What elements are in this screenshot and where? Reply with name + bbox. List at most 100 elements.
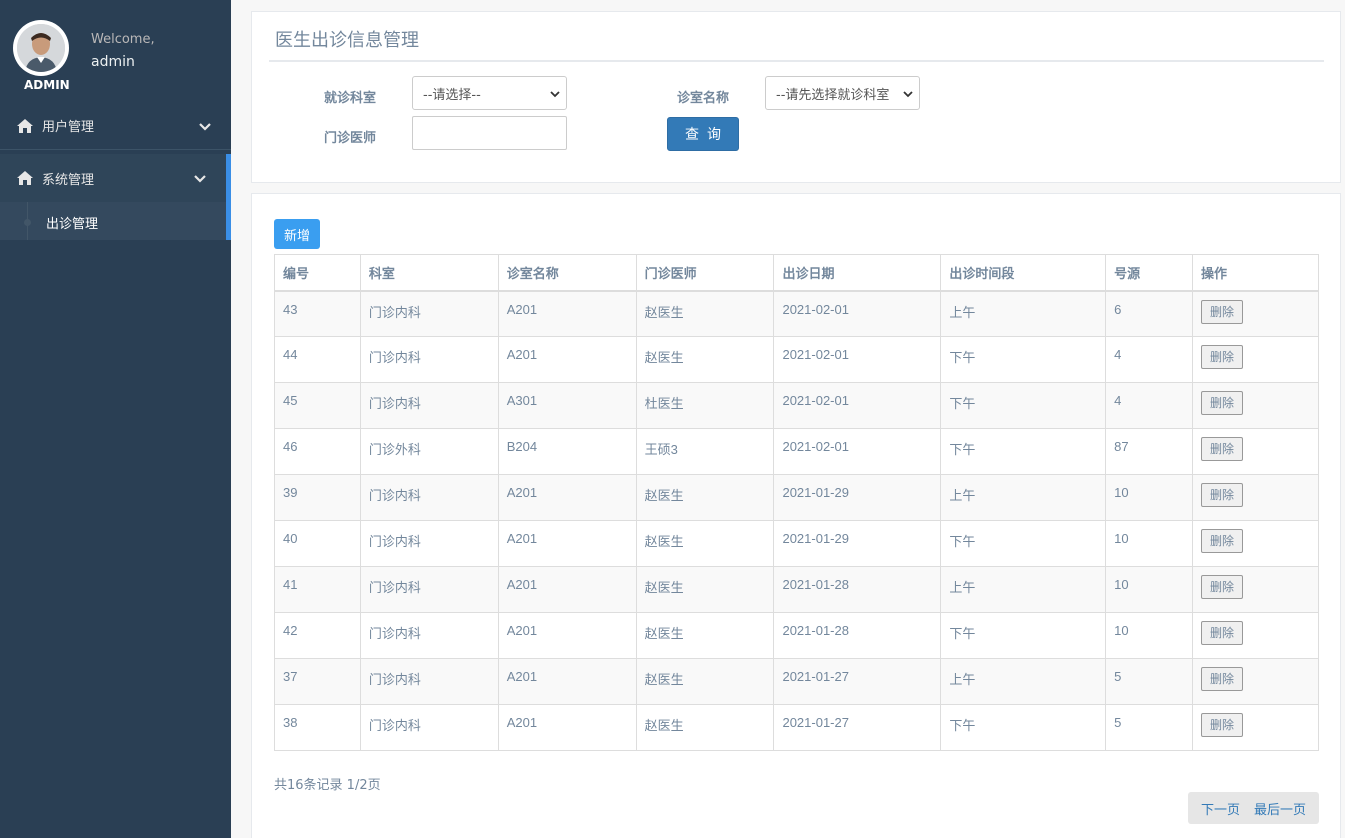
- cell-dept: 门诊内科: [359, 520, 499, 567]
- pagination: 下一页 最后一页: [1188, 792, 1319, 824]
- cell-doctor: 赵医生: [635, 658, 775, 705]
- cell-slots: 4: [1105, 382, 1194, 429]
- chevron-down-icon: [903, 87, 913, 102]
- profile: Welcome, admin ADMIN: [0, 0, 231, 100]
- column-header: 号源: [1105, 254, 1194, 292]
- cell-dept: 门诊内科: [359, 658, 499, 705]
- cell-date: 2021-02-01: [773, 382, 942, 429]
- room-select-value: --请先选择就诊科室: [776, 87, 890, 103]
- query-button[interactable]: 查询: [667, 117, 739, 151]
- cell-period: 下午: [940, 382, 1107, 429]
- cell-date: 2021-02-01: [773, 290, 942, 337]
- cell-date: 2021-02-01: [773, 428, 942, 475]
- list-panel: 新增 编号 科室 诊室名称 门诊医师 出诊日期 出诊时间段 号源 操作 43 门诊…: [251, 193, 1341, 838]
- cell-id: 42: [274, 612, 361, 659]
- column-header: 编号: [274, 254, 361, 292]
- cell-doctor: 赵医生: [635, 336, 775, 383]
- avatar: [13, 20, 69, 76]
- room-select[interactable]: --请先选择就诊科室: [765, 76, 920, 110]
- cell-doctor: 赵医生: [635, 704, 775, 751]
- cell-period: 上午: [940, 290, 1107, 337]
- delete-button[interactable]: 删除: [1201, 529, 1244, 553]
- sidebar-item-users[interactable]: 用户管理: [0, 102, 231, 150]
- table-row: 46 门诊外科 B204 王硕3 2021-02-01 下午 87 删除: [274, 428, 1319, 475]
- home-icon: [16, 118, 34, 134]
- table-row: 39 门诊内科 A201 赵医生 2021-01-29 上午 10 删除: [274, 474, 1319, 521]
- cell-slots: 6: [1105, 290, 1194, 337]
- cell-date: 2021-01-27: [773, 658, 942, 705]
- delete-button[interactable]: 删除: [1201, 345, 1244, 369]
- next-page-link[interactable]: 下一页: [1201, 799, 1240, 818]
- cell-period: 下午: [940, 336, 1107, 383]
- table-row: 43 门诊内科 A201 赵医生 2021-02-01 上午 6 删除: [274, 290, 1319, 337]
- cell-action: 删除: [1192, 520, 1319, 567]
- table-row: 44 门诊内科 A201 赵医生 2021-02-01 下午 4 删除: [274, 336, 1319, 383]
- cell-action: 删除: [1192, 658, 1319, 705]
- doctor-input[interactable]: [412, 116, 567, 150]
- cell-doctor: 赵医生: [635, 520, 775, 567]
- cell-action: 删除: [1192, 336, 1319, 383]
- cell-dept: 门诊内科: [359, 382, 499, 429]
- sidebar-subitem-visits[interactable]: 出诊管理: [0, 202, 231, 240]
- delete-button[interactable]: 删除: [1201, 667, 1244, 691]
- divider: [269, 60, 1324, 62]
- cell-dept: 门诊内科: [359, 474, 499, 521]
- table-row: 38 门诊内科 A201 赵医生 2021-01-27 下午 5 删除: [274, 704, 1319, 751]
- cell-slots: 10: [1105, 612, 1194, 659]
- cell-room: A201: [497, 566, 637, 613]
- sidebar-item-label: 用户管理: [42, 120, 95, 135]
- record-summary: 共16条记录 1/2页: [274, 778, 381, 793]
- search-panel: 医生出诊信息管理 就诊科室 --请选择-- 诊室名称 --请先选择就诊科室 门诊…: [251, 11, 1341, 183]
- chevron-down-icon: [550, 87, 560, 102]
- delete-button[interactable]: 删除: [1201, 713, 1244, 737]
- visits-table: 编号 科室 诊室名称 门诊医师 出诊日期 出诊时间段 号源 操作 43 门诊内科 A…: [274, 254, 1319, 751]
- sidebar: Welcome, admin ADMIN 用户管理 系统管理 出诊管理: [0, 0, 231, 838]
- column-header: 门诊医师: [635, 254, 775, 292]
- cell-doctor: 赵医生: [635, 290, 775, 337]
- delete-button[interactable]: 删除: [1201, 391, 1244, 415]
- table-row: 40 门诊内科 A201 赵医生 2021-01-29 下午 10 删除: [274, 520, 1319, 567]
- sidebar-item-system[interactable]: 系统管理: [0, 154, 231, 202]
- cell-slots: 10: [1105, 520, 1194, 567]
- delete-button[interactable]: 删除: [1201, 483, 1244, 507]
- chevron-down-icon: [199, 120, 211, 135]
- column-header: 操作: [1192, 254, 1319, 292]
- column-header: 出诊日期: [773, 254, 942, 292]
- column-header: 诊室名称: [497, 254, 637, 292]
- add-button[interactable]: 新增: [274, 219, 320, 249]
- cell-date: 2021-01-28: [773, 566, 942, 613]
- cell-doctor: 王硕3: [635, 428, 775, 475]
- cell-id: 44: [274, 336, 361, 383]
- cell-dept: 门诊内科: [359, 704, 499, 751]
- cell-room: A201: [497, 658, 637, 705]
- cell-action: 删除: [1192, 428, 1319, 475]
- delete-button[interactable]: 删除: [1201, 299, 1244, 324]
- doctor-label: 门诊医师: [324, 131, 377, 146]
- cell-room: A301: [497, 382, 637, 429]
- cell-room: A201: [497, 612, 637, 659]
- last-page-link[interactable]: 最后一页: [1254, 799, 1306, 818]
- cell-date: 2021-01-27: [773, 704, 942, 751]
- cell-slots: 4: [1105, 336, 1194, 383]
- delete-button[interactable]: 删除: [1201, 621, 1244, 645]
- cell-slots: 5: [1105, 704, 1194, 751]
- delete-button[interactable]: 删除: [1201, 437, 1244, 461]
- cell-id: 45: [274, 382, 361, 429]
- cell-dept: 门诊内科: [359, 290, 499, 337]
- cell-action: 删除: [1192, 474, 1319, 521]
- cell-room: A201: [497, 520, 637, 567]
- room-label: 诊室名称: [677, 91, 730, 106]
- dept-label: 就诊科室: [324, 91, 377, 106]
- cell-date: 2021-01-29: [773, 474, 942, 521]
- dept-select[interactable]: --请选择--: [412, 76, 567, 110]
- cell-period: 下午: [940, 612, 1107, 659]
- cell-dept: 门诊内科: [359, 336, 499, 383]
- dept-select-value: --请选择--: [423, 87, 481, 103]
- cell-period: 下午: [940, 704, 1107, 751]
- cell-room: A201: [497, 474, 637, 521]
- cell-id: 38: [274, 704, 361, 751]
- table-row: 42 门诊内科 A201 赵医生 2021-01-28 下午 10 删除: [274, 612, 1319, 659]
- sidebar-item-label: 系统管理: [42, 172, 95, 188]
- delete-button[interactable]: 删除: [1201, 575, 1244, 599]
- cell-room: A201: [497, 336, 637, 383]
